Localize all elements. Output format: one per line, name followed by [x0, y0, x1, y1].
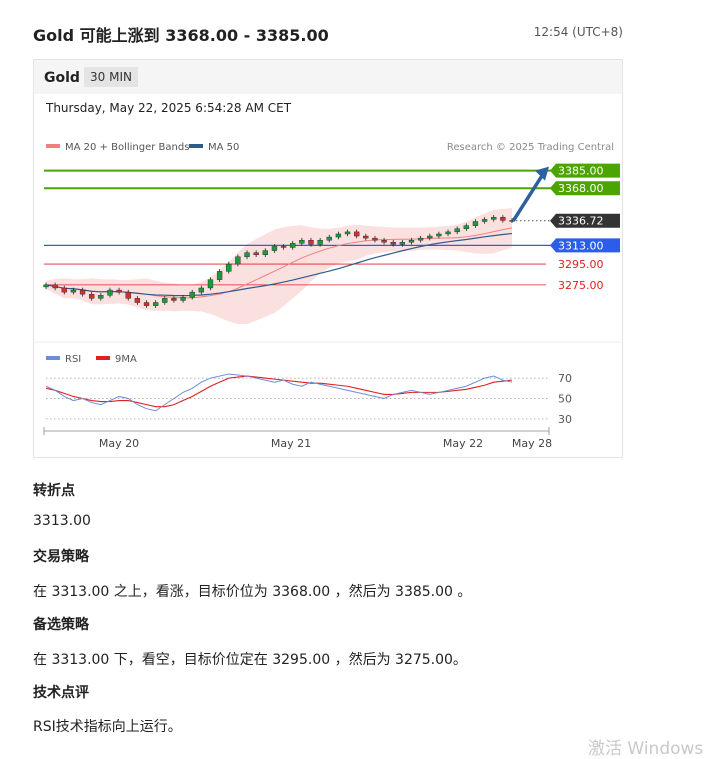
- x-tick-label: May 21: [271, 437, 311, 450]
- candle-body: [61, 287, 67, 293]
- label-resistance-2: 3368.00: [558, 182, 604, 195]
- candle-body: [207, 279, 214, 289]
- bollinger-bands: [46, 208, 512, 325]
- candle-body: [481, 219, 488, 222]
- candle-body: [180, 297, 186, 301]
- section-text-strategy: 在 3313.00 之上，看涨，目标价位为 3368.00 ，然后为 3385.…: [33, 584, 472, 600]
- rsi-legend: RSI 9MA: [46, 354, 137, 365]
- candle-body: [70, 289, 77, 293]
- candle-body: [253, 252, 259, 255]
- rsi-tick-50: 50: [558, 393, 572, 406]
- candle-body: [216, 271, 223, 280]
- label-pivot: 3313.00: [558, 239, 604, 252]
- section-text-alternative: 在 3313.00 下，看空，目标价位定在 3295.00 ，然后为 3275.…: [33, 652, 467, 668]
- section-heading-pivot: 转折点: [33, 483, 75, 499]
- article-header: Gold 可能上涨到 3368.00 - 3385.00 12:54 (UTC+…: [33, 22, 623, 46]
- section-text-pivot: 3313.00: [33, 513, 91, 529]
- candle-body: [189, 291, 195, 298]
- candle-body: [408, 239, 415, 243]
- x-axis: May 20 May 21 May 22 May 28: [43, 427, 552, 450]
- article-time: 12:54 (UTC+8): [533, 25, 623, 39]
- candle-body: [43, 284, 49, 288]
- candle-body: [171, 298, 177, 301]
- candle-body: [308, 239, 314, 245]
- candle-body: [235, 256, 241, 265]
- chart-legend: MA 20 + Bollinger Bands MA 50 Research ©…: [46, 142, 614, 153]
- label-support-2: 3275.00: [558, 279, 604, 292]
- candle-body: [299, 239, 305, 244]
- rsi-panel: 70 50 30: [45, 372, 572, 426]
- arrow-shaft: [512, 170, 546, 222]
- candle-body: [271, 246, 278, 251]
- candle-body: [290, 243, 296, 248]
- candle-body: [427, 235, 433, 239]
- candle-body: [134, 298, 141, 303]
- candle-body: [152, 302, 159, 306]
- x-tick-label: May 28: [512, 437, 552, 450]
- x-tick-label: May 22: [443, 437, 483, 450]
- candle-body: [335, 233, 342, 238]
- candle-body: [454, 228, 460, 233]
- candle-body: [399, 242, 406, 245]
- chart-credit: Research © 2025 Trading Central: [447, 142, 614, 153]
- candle-body: [317, 239, 323, 245]
- candle-body: [280, 246, 287, 248]
- candle-body: [116, 289, 122, 293]
- legend-swatch-ma20: [46, 144, 60, 148]
- candle-body: [198, 287, 204, 293]
- candle-body: [381, 239, 387, 243]
- article-title: Gold 可能上涨到 3368.00 - 3385.00: [33, 26, 329, 45]
- level-lines: [44, 169, 614, 286]
- candle-body: [472, 221, 479, 226]
- candle-body: [326, 236, 332, 241]
- section-heading-strategy: 交易策略: [33, 549, 89, 565]
- candle-body: [89, 294, 95, 299]
- rsi-tick-30: 30: [558, 413, 572, 426]
- bollinger-band-fill: [46, 208, 512, 325]
- x-tick-label: May 20: [99, 437, 139, 450]
- candle-body: [500, 217, 506, 221]
- candle-body: [417, 237, 424, 241]
- candle-body: [125, 291, 131, 299]
- chart-panel: Gold 30 MIN Thursday, May 22, 2025 6:54:…: [33, 59, 623, 458]
- candle-body: [98, 295, 104, 299]
- legend-9ma: 9MA: [115, 354, 137, 365]
- candle-body: [143, 302, 150, 306]
- candle-body: [244, 252, 250, 258]
- candle-body: [107, 289, 113, 296]
- legend-swatch-9ma: [96, 356, 110, 360]
- level-labels: 3385.00 3368.00 3336.72 3313.00 3295.00 3275.…: [550, 163, 620, 292]
- legend-ma20: MA 20 + Bollinger Bands: [65, 142, 189, 153]
- candle-body: [363, 235, 369, 239]
- candle-body: [344, 231, 351, 235]
- legend-ma50: MA 50: [208, 142, 239, 153]
- price-chart: 3385.00 3368.00 3336.72 3313.00 3295.00 3275.…: [34, 142, 622, 450]
- legend-swatch-ma50: [189, 144, 203, 148]
- candle-body: [491, 217, 497, 220]
- section-text-comment: RSI技术指标向上运行。: [33, 719, 182, 735]
- candle-body: [445, 231, 451, 235]
- candle-body: [226, 263, 232, 272]
- candle-body: [52, 284, 58, 289]
- legend-rsi: RSI: [65, 354, 81, 365]
- windows-watermark: 激活 Windows: [588, 739, 704, 759]
- candle-body: [372, 237, 378, 241]
- candle-body: [262, 250, 268, 255]
- target-arrow: [512, 166, 549, 222]
- legend-swatch-rsi: [46, 356, 60, 360]
- rsi-tick-70: 70: [558, 372, 572, 385]
- label-support-1: 3295.00: [558, 258, 604, 271]
- candle-body: [162, 298, 168, 303]
- section-heading-alternative: 备选策略: [33, 617, 89, 633]
- candle-body: [390, 242, 396, 245]
- candle-body: [436, 233, 442, 237]
- candle-body: [463, 225, 469, 229]
- candle-body: [79, 289, 86, 295]
- candle-body: [354, 231, 360, 237]
- section-heading-comment: 技术点评: [33, 685, 89, 701]
- label-last-price: 3336.72: [558, 215, 604, 228]
- label-resistance-1: 3385.00: [558, 165, 604, 178]
